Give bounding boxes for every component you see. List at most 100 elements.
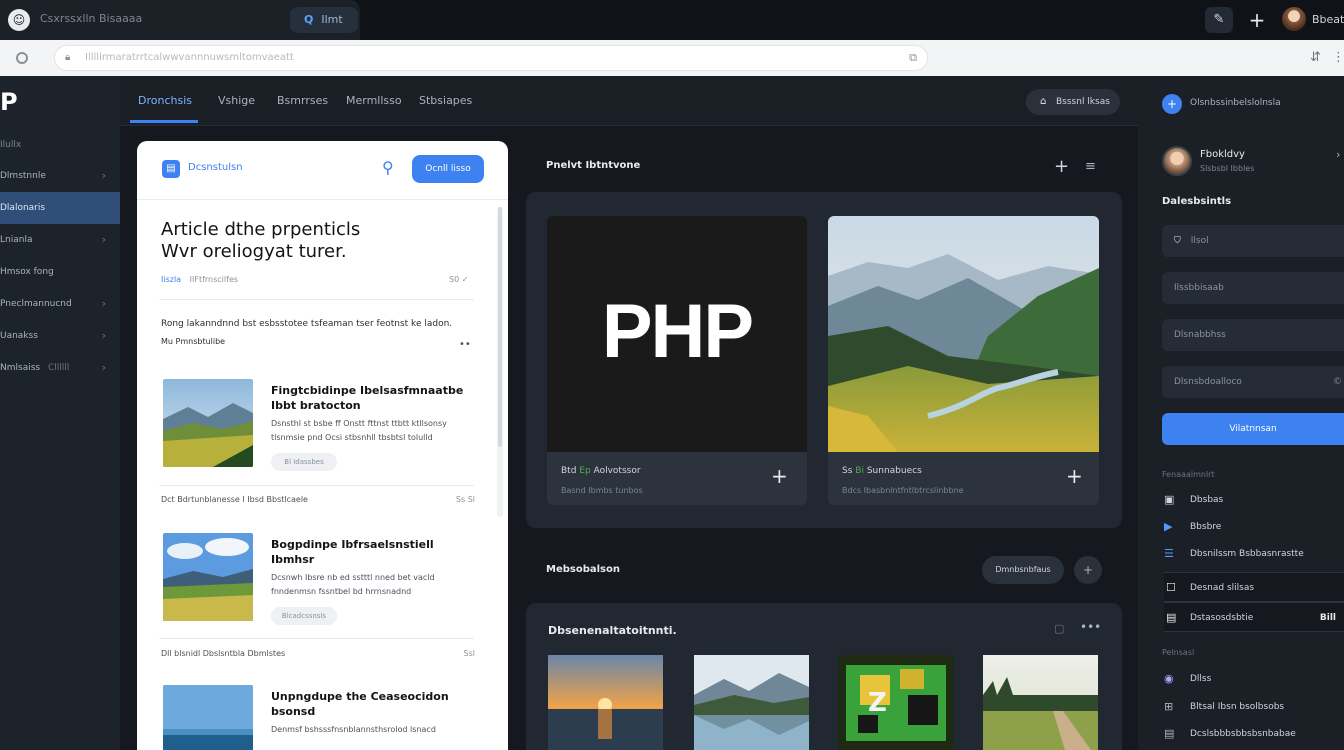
- post-title[interactable]: Bogpdinpe Ibfrsaelsnstiell Ibmhsr: [271, 537, 471, 567]
- gallery-title: Dbsenenaltatoitnnti.: [548, 624, 677, 637]
- gallery-thumb-sunset[interactable]: [548, 655, 663, 750]
- list-item[interactable]: Fingtcbidinpe Ibelsasfmnaatbe Ibbt brato…: [163, 379, 477, 475]
- left-sidebar: P Ilullx Dlmstnnle › Dlalonaris Lnianla …: [0, 76, 120, 750]
- plus-icon[interactable]: +: [1244, 7, 1270, 33]
- card-caption-tag: Bi: [855, 466, 864, 476]
- avatar[interactable]: [1282, 7, 1306, 31]
- sidebar-item-label: Dlalonaris: [0, 203, 46, 213]
- active-tab-indicator: [130, 120, 198, 123]
- reload-icon[interactable]: [16, 52, 28, 64]
- php-hero-text: PHP: [601, 289, 754, 374]
- section-action-button[interactable]: Dmnbsnbfaus: [982, 556, 1064, 584]
- sidebar-item-6[interactable]: Uanakss ›: [0, 320, 120, 352]
- card-caption-text: Btd: [561, 466, 577, 476]
- card-caption: Btd Ep Aolvotssor: [561, 466, 641, 476]
- url-input[interactable]: 🔒︎ Illlllrmaratrrtcalwwvannnuwsmltomvaea…: [54, 45, 928, 71]
- list-item[interactable]: Bogpdinpe Ibfrsaelsnstiell Ibmhsr Dcsnwh…: [163, 533, 477, 629]
- tab-search-pill[interactable]: Q Ilmt: [290, 7, 358, 33]
- post-title[interactable]: Unpngdupe the Ceaseocidon bsonsd: [271, 689, 471, 719]
- more-icon[interactable]: ⋮: [1332, 50, 1344, 65]
- article-author[interactable]: Iiszla: [161, 275, 181, 284]
- plus-circle-icon[interactable]: +: [1162, 94, 1182, 114]
- right-item-1[interactable]: ▣ Dbsbas: [1164, 488, 1344, 512]
- list-item[interactable]: Unpngdupe the Ceaseocidon bsonsd Denmsf …: [163, 685, 477, 750]
- extension-icon[interactable]: ⧉: [909, 51, 917, 65]
- divider: [159, 299, 474, 300]
- country-road-image: [983, 655, 1098, 750]
- avatar[interactable]: [1162, 146, 1192, 176]
- gallery-thumb-road[interactable]: [983, 655, 1098, 750]
- sidebar-item-2[interactable]: Dlalonaris: [0, 192, 120, 224]
- grid-icon[interactable]: ▢: [1054, 622, 1064, 635]
- doc-icon: ▤: [1166, 611, 1177, 624]
- tab-pill-label: Ilmt: [321, 13, 343, 26]
- field-label: Ilssbbisaab: [1174, 283, 1224, 293]
- gallery-thumb-pixel[interactable]: Z: [838, 655, 953, 750]
- menu-icon[interactable]: ≡: [1085, 159, 1096, 174]
- more-icon[interactable]: •••: [1080, 620, 1101, 634]
- divider: [159, 638, 474, 639]
- right-item-3[interactable]: ☰ Dbsnilssm Bsbbasnrastte: [1164, 542, 1344, 566]
- right-item-6[interactable]: ◉ Dllss: [1164, 667, 1344, 691]
- plus-icon[interactable]: +: [771, 464, 788, 488]
- right-sidebar-primary-button[interactable]: Vilatnnsan: [1162, 413, 1344, 445]
- right-item-label: Dcslsbbbsbbsbsnbabae: [1190, 729, 1296, 739]
- article-lead: Rong lakanndnnd bst esbsstotee tsfeaman …: [161, 319, 453, 329]
- article-meta-text: IIFtfrnscilfes: [189, 275, 239, 284]
- right-item-label: Bbsbre: [1190, 522, 1222, 532]
- translate-icon[interactable]: ⇵: [1310, 50, 1321, 65]
- gallery-thumb-lake[interactable]: [694, 655, 809, 750]
- right-item-8[interactable]: ▤ Dcslsbbbsbbsbsnbabae: [1164, 722, 1344, 746]
- sidebar-item-label: Dlmstnnle: [0, 171, 46, 181]
- post-tag-chip[interactable]: Blcadcssnsls: [271, 607, 337, 625]
- lock-icon: 🔒︎: [65, 52, 71, 63]
- post-body: Dcsnwh Ibsre nb ed sstttl nned bet vacld…: [271, 573, 435, 596]
- media-card-php[interactable]: PHP Btd Ep Aolvotssor Basnd Ibmbs tunbos…: [547, 216, 807, 505]
- detail-field-4[interactable]: Dlsnsbdoalloco ©: [1162, 366, 1344, 398]
- browser-tab[interactable]: ☺ Csxrssxlln Bisaaaa Q Ilmt: [0, 0, 360, 40]
- video-icon: ▶: [1164, 520, 1173, 533]
- plus-icon[interactable]: +: [1074, 556, 1102, 584]
- detail-field-2[interactable]: Ilssbbisaab: [1162, 272, 1344, 304]
- tab-5[interactable]: Stbsiapes: [419, 94, 472, 107]
- media-card-landscape[interactable]: Ss Bi Sunnabuecs Bdcs Ibasbnlntfntlbtrcs…: [828, 216, 1099, 505]
- sidebar-item-3[interactable]: Lnianla ›: [0, 224, 120, 256]
- right-item-2[interactable]: ▶ Bbsbre: [1164, 515, 1344, 539]
- right-item-7[interactable]: ⊞ Bltsal Ibsn bsolbsobs: [1164, 695, 1344, 719]
- tab-title: Csxrssxlln Bisaaaa: [40, 12, 143, 25]
- topbar-action-button[interactable]: ⌂ Bsssnl lksas: [1026, 89, 1120, 115]
- article-cta-button[interactable]: Ocnll lisso: [412, 155, 484, 183]
- right-item-4[interactable]: ☐ Desnad slilsas: [1164, 572, 1344, 602]
- user-subtitle: Slsbsbl Ibbles: [1200, 164, 1255, 173]
- plus-icon[interactable]: +: [1066, 464, 1083, 488]
- post-title[interactable]: Fingtcbidinpe Ibelsasfmnaatbe Ibbt brato…: [271, 383, 471, 413]
- card-caption-rest: Aolvotssor: [593, 466, 641, 476]
- tab-4[interactable]: Mermllsso: [346, 94, 402, 107]
- detail-field-3[interactable]: Dlsnabbhss: [1162, 319, 1344, 351]
- tab-3[interactable]: Bsmrrses: [277, 94, 328, 107]
- article-lead-sub: Mu Pmnsbtulibe: [161, 337, 226, 346]
- post-body: Dsnsthl st bsbe ff Onstt fttnst ttbtt kt…: [271, 419, 447, 442]
- article-meta-icons: S0 ✓: [449, 275, 469, 284]
- chat-icon: ◉: [1164, 672, 1174, 685]
- right-item-label: Dbsbas: [1190, 495, 1224, 505]
- post-tag-chip[interactable]: Bl Idassbes: [271, 453, 337, 471]
- sidebar-item-4[interactable]: Hmsox fong: [0, 256, 120, 288]
- tab-2[interactable]: Vshige: [218, 94, 255, 107]
- detail-field-1[interactable]: ⛉ Ilsol: [1162, 225, 1344, 257]
- scrollbar-thumb[interactable]: [498, 207, 502, 447]
- chevron-right-icon[interactable]: ›: [1336, 148, 1340, 161]
- more-icon[interactable]: ••: [459, 339, 471, 350]
- sidebar-item-5[interactable]: Pneclmannucnd ›: [0, 288, 120, 320]
- sidebar-item-7[interactable]: Nmlsaiss Cllllll ›: [0, 352, 120, 384]
- edit-icon[interactable]: ✎: [1205, 7, 1233, 33]
- sidebar-item-1[interactable]: Dlmstnnle ›: [0, 160, 120, 192]
- php-image: PHP: [547, 216, 807, 452]
- right-sidebar-top-text: Olsnbssinbelslolnsla: [1190, 98, 1281, 108]
- card-caption-tag: Ep: [579, 466, 591, 476]
- plus-icon[interactable]: +: [1054, 156, 1069, 177]
- right-item-5[interactable]: ▤ Dstasosdsbtie Bill: [1164, 602, 1344, 632]
- tab-1[interactable]: Dronchsis: [138, 94, 192, 107]
- search-icon[interactable]: ⚲: [382, 158, 394, 177]
- doc-icon: ▤: [1164, 727, 1175, 740]
